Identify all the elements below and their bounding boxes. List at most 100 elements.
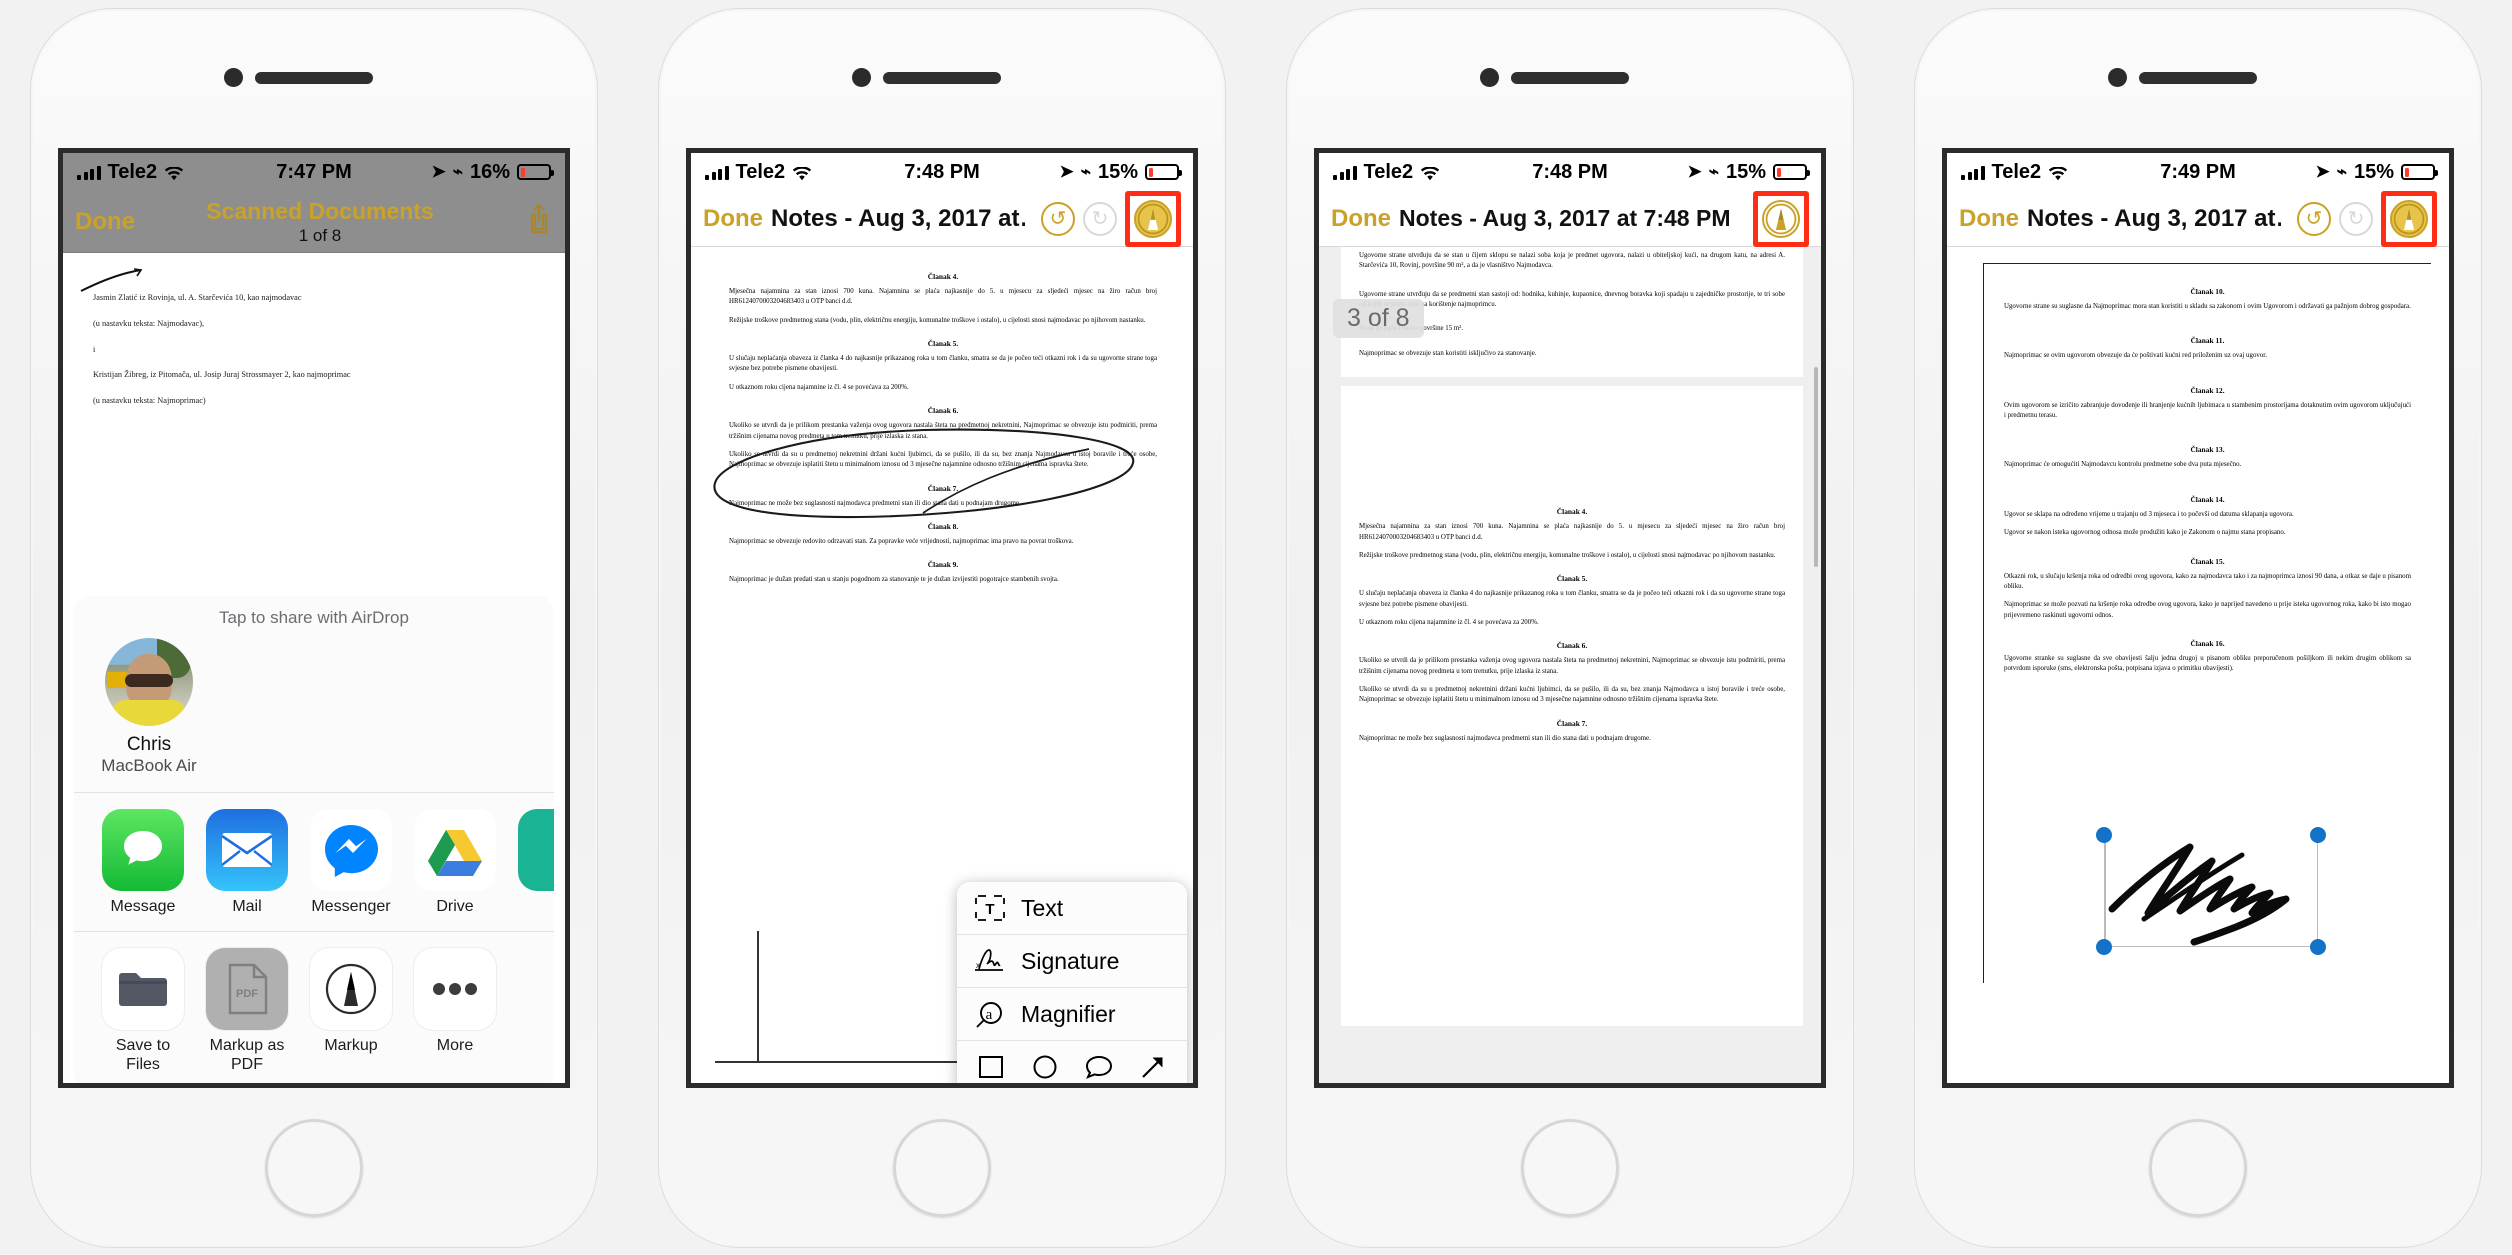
signal-bars-icon <box>1333 165 1357 180</box>
phone-3-screen: Tele2 7:48 PM ➤ ⌁ 15% Done Notes - Aug 3… <box>1314 148 1826 1088</box>
bluetooth-icon: ⌁ <box>452 162 463 181</box>
document-page[interactable]: Članak 10. Ugovorne strane su suglasne d… <box>1983 263 2431 983</box>
action-more[interactable]: More <box>414 948 496 1075</box>
airdrop-contact[interactable]: Chris MacBook Air <box>88 638 210 776</box>
share-app-drive[interactable]: Drive <box>414 809 496 917</box>
menu-item-label: Text <box>1021 894 1064 921</box>
doc-paragraph: Mjesečna najamnina za stan iznosi 700 ku… <box>1359 523 1785 541</box>
page-side-edge <box>757 931 759 1061</box>
action-markup[interactable]: Markup <box>310 948 392 1075</box>
front-camera-icon <box>2108 68 2127 87</box>
pdf-document-icon: PDF <box>206 948 288 1031</box>
carrier-label: Tele2 <box>1991 160 2042 183</box>
done-button[interactable]: Done <box>1959 205 2019 233</box>
iphone-3: Tele2 7:48 PM ➤ ⌁ 15% Done Notes - Aug 3… <box>1256 0 1884 1255</box>
signature-drawing <box>2108 843 2290 946</box>
share-actions-row: Save to Files PDF Markup as PDF Markup M… <box>74 931 554 1083</box>
markup-pen-icon[interactable] <box>1134 199 1172 238</box>
app-label: Drive <box>436 898 474 916</box>
resize-handle-bottom-right[interactable] <box>2310 939 2326 955</box>
share-app-message[interactable]: Message <box>102 809 184 917</box>
doc-heading: Članak 5. <box>927 339 959 349</box>
avatar <box>105 638 193 727</box>
speech-bubble-shape-icon[interactable] <box>1083 1052 1115 1082</box>
contact-device: MacBook Air <box>101 756 197 776</box>
nav-bar: Done Notes - Aug 3, 2017 at… ↺ ↻ <box>691 190 1193 247</box>
undo-icon[interactable]: ↺ <box>1041 201 1075 236</box>
share-app-partial[interactable] <box>518 809 554 917</box>
markup-pen-icon[interactable] <box>2390 199 2428 238</box>
doc-heading: Članak 8. <box>927 521 959 531</box>
menu-item-magnifier[interactable]: a Magnifier <box>957 988 1187 1041</box>
square-shape-icon[interactable] <box>975 1052 1007 1082</box>
doc-heading: Članak 7. <box>927 483 959 493</box>
resize-handle-top-left[interactable] <box>2096 827 2112 843</box>
action-label: Markup <box>324 1037 378 1055</box>
bluetooth-icon: ⌁ <box>2336 162 2347 181</box>
doc-heading: Članak 5. <box>1556 574 1588 584</box>
iphone-4: Tele2 7:49 PM ➤ ⌁ 15% Done Notes - Aug 3… <box>1884 0 2512 1255</box>
redo-icon[interactable]: ↻ <box>1083 201 1117 236</box>
menu-item-label: Magnifier <box>1021 1000 1116 1027</box>
undo-icon[interactable]: ↺ <box>2297 201 2331 236</box>
doc-heading: Članak 10. <box>2190 287 2225 296</box>
share-app-mail[interactable]: Mail <box>206 809 288 917</box>
svg-text:PDF: PDF <box>236 988 258 1000</box>
battery-icon <box>517 164 554 180</box>
doc-line: (u nastavku teksta: Najmodavac), <box>93 318 205 328</box>
home-button[interactable] <box>1521 1119 1619 1217</box>
home-button[interactable] <box>2149 1119 2247 1217</box>
messenger-icon <box>310 809 392 892</box>
action-markup-as-pdf[interactable]: PDF Markup as PDF <box>206 948 288 1075</box>
home-button[interactable] <box>893 1119 991 1217</box>
redo-icon[interactable]: ↻ <box>2339 201 2373 236</box>
front-camera-icon <box>852 68 871 87</box>
done-button[interactable]: Done <box>703 205 763 233</box>
done-button[interactable]: Done <box>1331 205 1391 233</box>
resize-handle-top-right[interactable] <box>2310 827 2326 843</box>
iphone-2: Tele2 7:48 PM ➤ ⌁ 15% Done Notes - Aug 3… <box>628 0 1256 1255</box>
phone-1-screen: Tele2 7:47 PM ➤ ⌁ 16% Done Scanned Docum… <box>58 148 570 1088</box>
signature-annotation[interactable] <box>2096 827 2326 955</box>
battery-icon <box>1145 164 1182 180</box>
markup-pen-icon[interactable] <box>1762 199 1800 238</box>
location-arrow-icon: ➤ <box>1687 162 1702 181</box>
front-camera-icon <box>224 68 243 87</box>
svg-text:x: x <box>976 961 980 970</box>
messages-icon <box>102 809 184 892</box>
status-left: Tele2 <box>1961 161 2068 184</box>
circle-shape-icon[interactable] <box>1029 1052 1061 1082</box>
status-left: Tele2 <box>705 161 812 184</box>
carrier-label: Tele2 <box>1363 160 1414 183</box>
document-page[interactable]: Članak 4. Mjesečna najamnina za stan izn… <box>713 251 1173 586</box>
phone-2-screen: Tele2 7:48 PM ➤ ⌁ 15% Done Notes - Aug 3… <box>686 148 1198 1088</box>
arrow-shape-icon[interactable] <box>1137 1052 1169 1082</box>
doc-paragraph: U slučaju neplaćanja obaveza iz članka 4… <box>729 355 1157 373</box>
status-right: ➤ ⌁ 15% <box>1059 161 1182 184</box>
menu-item-label: Signature <box>1021 947 1120 974</box>
doc-paragraph: U slučaju neplaćanja obaveza iz članka 4… <box>1359 590 1785 608</box>
share-icon[interactable] <box>525 202 553 241</box>
pages-scroll-area[interactable]: Ugovorne strane utvrđuju da se stan u či… <box>1319 247 1821 1083</box>
google-drive-icon <box>414 809 496 892</box>
status-right: ➤ ⌁ 15% <box>2315 161 2438 184</box>
doc-heading: Članak 6. <box>1556 641 1588 651</box>
share-app-messenger[interactable]: Messenger <box>310 809 392 917</box>
page-title: Notes - Aug 3, 2017 at 7:48 PM <box>1399 205 1731 231</box>
doc-paragraph: Najmoprimac se obvezuje redovito odrzava… <box>729 537 1074 545</box>
resize-handle-bottom-left[interactable] <box>2096 939 2112 955</box>
home-button[interactable] <box>265 1119 363 1217</box>
document-page-bottom[interactable]: Članak 4. Mjesečna najamnina za stan izn… <box>1341 386 1803 1027</box>
bluetooth-icon: ⌁ <box>1708 162 1719 181</box>
bluetooth-icon: ⌁ <box>1080 162 1091 181</box>
action-label: Markup as PDF <box>209 1037 285 1074</box>
action-save-to-files[interactable]: Save to Files <box>102 948 184 1075</box>
menu-item-signature[interactable]: x Signature <box>957 935 1187 988</box>
scroll-indicator[interactable] <box>1814 367 1818 567</box>
share-apps-row: Message Mail Messenger Drive <box>74 792 554 932</box>
menu-item-text[interactable]: T Text <box>957 882 1187 935</box>
doc-heading: Članak 6. <box>927 406 959 416</box>
doc-paragraph: Mjesečna najamnina za stan iznosi 700 ku… <box>729 288 1157 306</box>
doc-paragraph: Najmoprimac će omogućiti Najmodavcu kont… <box>2004 461 2242 469</box>
doc-paragraph: U otkaznom roku cijena najamnine iz čl. … <box>729 383 909 391</box>
